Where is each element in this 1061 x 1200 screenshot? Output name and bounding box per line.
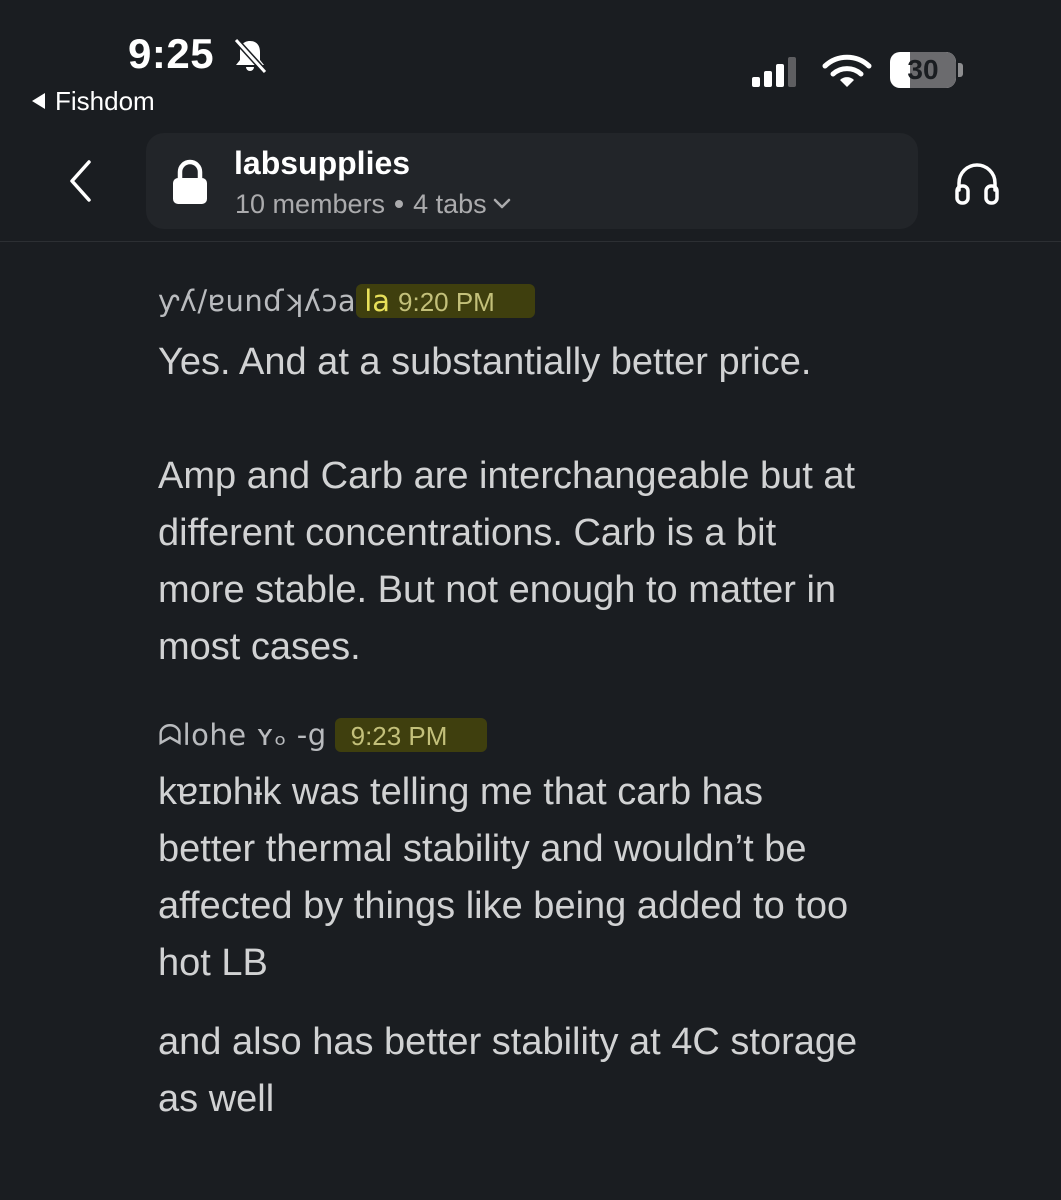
signal-icon (752, 57, 796, 87)
sender-name[interactable]: ƴʎ/ɐunɗʞʎɔa (158, 284, 356, 318)
chevron-down-icon (493, 198, 510, 209)
message[interactable]: ᗣlohe ʏₒ -g 9:23 PM kɐɪɒhɨk was telling m… (158, 718, 1028, 1128)
battery-nub (958, 63, 963, 77)
message-text: kɐɪɒhɨk was telling me that carb has bet… (158, 771, 849, 984)
message-text: and also has better stability at 4C stor… (158, 1021, 858, 1120)
bell-slash-icon (233, 37, 268, 75)
message-text: Amp and Carb are interchangeable but at … (158, 455, 856, 668)
channel-info-button[interactable]: labsupplies 10 members 4 tabs (146, 133, 918, 229)
member-count: 10 members (235, 189, 386, 219)
channel-name: labsupplies (234, 145, 411, 181)
message-header: ƴʎ/ɐunɗʞʎɔa la 9:20 PM (158, 284, 1028, 328)
battery-percent: 30 (907, 54, 939, 85)
separator-dot (395, 200, 404, 208)
status-bar: 9:25 Fishdom 30 (0, 0, 1061, 120)
sender-name[interactable]: ᗣlohe ʏₒ -g (158, 718, 327, 752)
channel-meta: 10 members 4 tabs (235, 189, 511, 220)
status-time: 9:25 (128, 30, 215, 77)
message-timestamp[interactable]: 9:20 PM (398, 287, 495, 317)
message-timestamp[interactable]: 9:23 PM (351, 721, 448, 751)
lock-icon (173, 159, 207, 204)
sender-name-tail: la (364, 284, 391, 318)
back-to-app-link[interactable]: Fishdom (32, 86, 155, 117)
tab-count: 4 tabs (413, 189, 487, 219)
timestamp-highlight: 9:23 PM (334, 718, 488, 752)
back-arrow-icon[interactable] (56, 156, 106, 206)
back-app-label: Fishdom (55, 86, 155, 116)
channel-header: labsupplies 10 members 4 tabs (0, 120, 1061, 242)
back-triangle-icon (32, 93, 45, 109)
message[interactable]: ƴʎ/ɐunɗʞʎɔa la 9:20 PM Yes. And at a subst… (158, 284, 1028, 676)
timestamp-highlight: la 9:20 PM (356, 284, 535, 318)
battery-icon: 30 (890, 52, 956, 88)
headphones-icon[interactable] (952, 158, 1002, 208)
message-text: Yes. And at a substantially better price… (158, 341, 812, 383)
message-header: ᗣlohe ʏₒ -g 9:23 PM (158, 718, 1028, 762)
wifi-icon (822, 54, 872, 87)
